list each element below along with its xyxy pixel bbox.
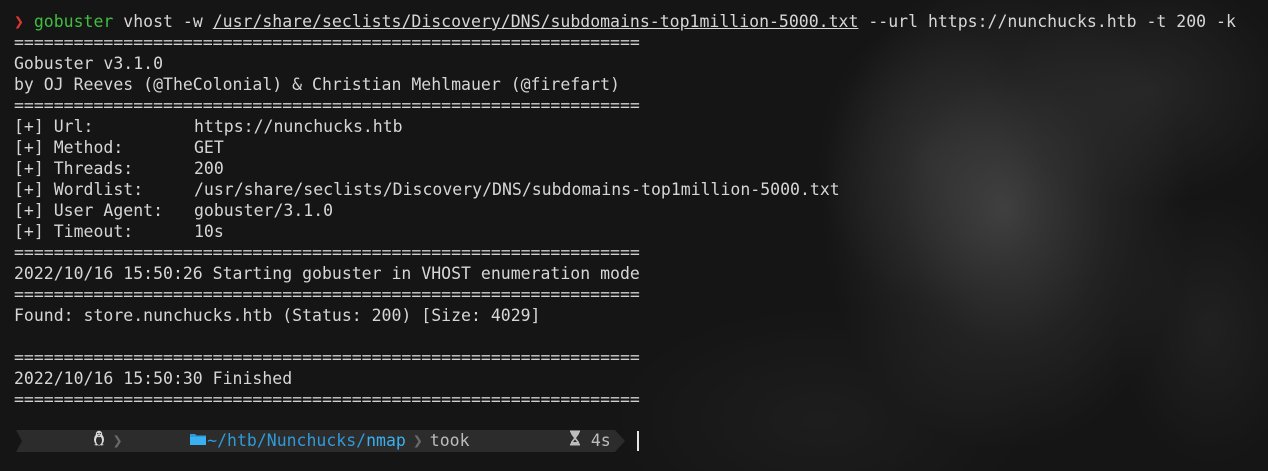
folder-icon [130,408,208,471]
prompt-arrow-icon: ❯ [14,12,24,31]
option-key: [+] Wordlist: [14,180,144,199]
cwd-path-prefix: ~/htb/Nunchucks/ [207,431,367,450]
prompt-statusbar: ❯ ~/htb/Nunchucks/nmap ❯ took 4s [16,430,639,452]
option-key: [+] Timeout: [14,222,134,241]
separator: ========================================… [14,390,640,409]
start-message: 2022/10/16 15:50:26 Starting gobuster in… [14,264,640,283]
text-cursor[interactable] [636,431,639,451]
option-key: [+] Url: [14,117,94,136]
cwd-path-current: nmap [366,431,406,450]
command-program: gobuster [33,12,114,31]
option-value: gobuster/3.1.0 [194,201,334,220]
banner-authors: by OJ Reeves (@TheColonial) & Christian … [14,75,620,94]
option-value: 10s [194,222,224,241]
os-segment [22,430,110,452]
command-args: vhost -w [113,12,213,31]
hourglass-icon [509,408,581,471]
command-wordlist-path: /usr/share/seclists/Discovery/DNS/subdom… [212,12,859,31]
separator: ========================================… [14,33,640,52]
separator: ========================================… [14,96,640,115]
terminal-output[interactable]: ❯ gobuster vhost -w /usr/share/seclists/… [14,11,1260,410]
linux-penguin-icon [32,408,106,471]
option-key: [+] Method: [14,138,124,157]
option-value: https://nunchucks.htb [194,117,403,136]
option-row: [+] Wordlist: /usr/share/seclists/Discove… [14,179,1260,200]
option-row: [+] Timeout: 10s [14,221,1260,242]
option-row: [+] Url: https://nunchucks.htb [14,116,1260,137]
options-list: [+] Url: https://nunchucks.htb [+] Method… [14,116,1260,242]
found-result: Found: store.nunchucks.htb (Status: 200)… [14,306,541,325]
duration-segment: took 4s [425,430,615,452]
finish-message: 2022/10/16 15:50:30 Finished [14,369,293,388]
banner-version: Gobuster v3.1.0 [14,54,164,73]
command-args-rest: --url https://nunchucks.htb -t 200 -k [858,12,1236,31]
segment-end-arrow [614,430,625,452]
option-value: 200 [194,159,224,178]
option-value: GET [194,138,224,157]
option-row: [+] User Agent: gobuster/3.1.0 [14,200,1260,221]
took-label: took [429,431,470,450]
segment-chevron-icon: ❯ [409,430,426,452]
cwd-segment: ~/htb/Nunchucks/nmap [125,430,410,452]
separator: ========================================… [14,285,640,304]
option-key: [+] User Agent: [14,201,164,220]
separator: ========================================… [14,348,640,367]
option-key: [+] Threads: [14,159,134,178]
option-value: /usr/share/seclists/Discovery/DNS/subdom… [194,180,840,199]
took-value: 4s [590,431,611,450]
segment-chevron-icon: ❯ [109,430,126,452]
command-line: ❯ gobuster vhost -w /usr/share/seclists/… [14,11,1260,32]
option-row: [+] Method: GET [14,137,1260,158]
separator: ========================================… [14,243,640,262]
option-row: [+] Threads: 200 [14,158,1260,179]
